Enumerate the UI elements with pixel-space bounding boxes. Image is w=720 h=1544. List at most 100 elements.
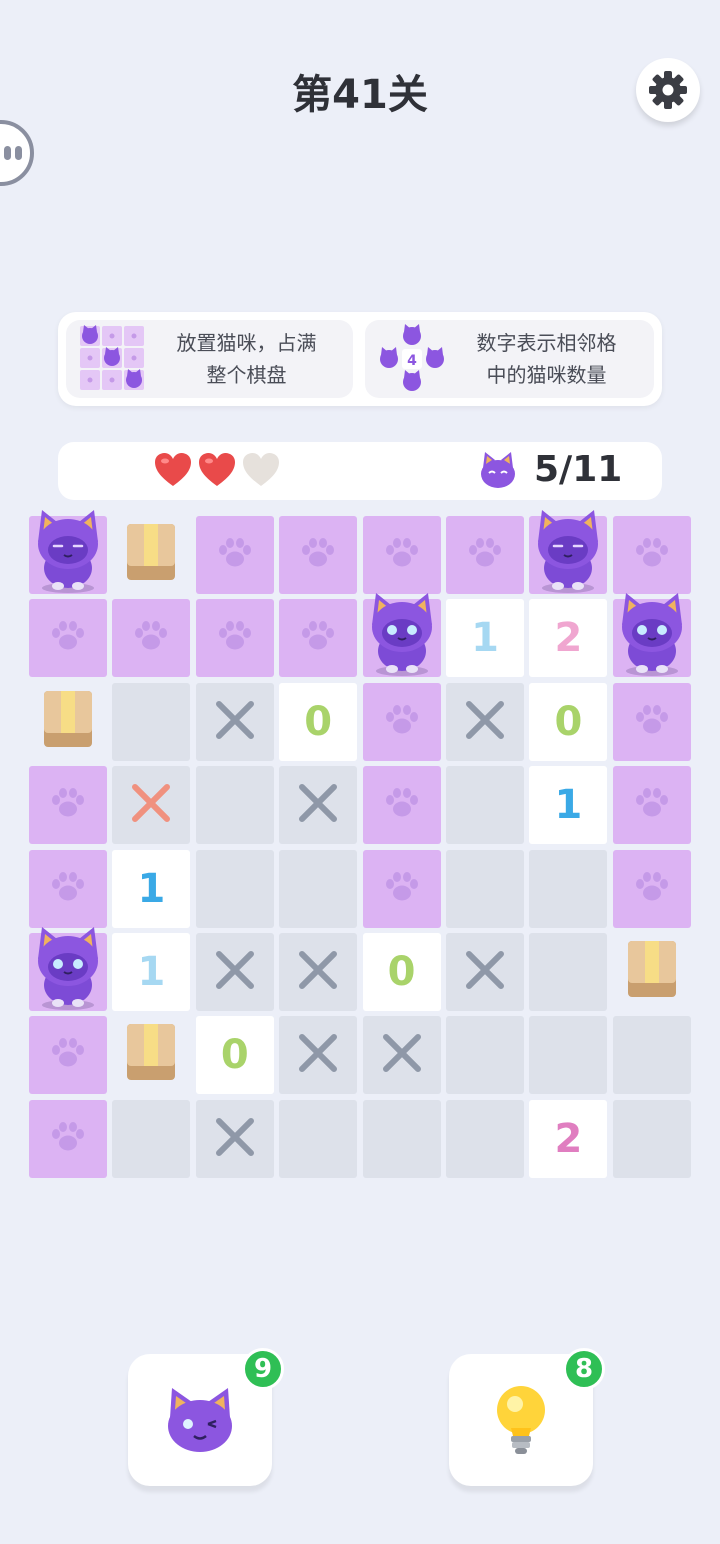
board-cell-empty[interactable] xyxy=(612,1099,691,1178)
cat-face-icon xyxy=(168,1388,232,1452)
x-mark-icon xyxy=(380,1031,424,1079)
board-cell-marked[interactable] xyxy=(195,933,274,1011)
rule-text-line2: 整个棋盘 xyxy=(206,363,287,387)
board-cell-empty[interactable] xyxy=(446,766,524,845)
board-cell-paw[interactable] xyxy=(362,849,441,928)
cat-icon xyxy=(481,451,515,488)
board-cell-paw[interactable] xyxy=(195,516,274,594)
board-cell-empty[interactable] xyxy=(279,1099,358,1178)
number-rule-icon: 4 xyxy=(377,324,447,394)
board-cell-paw[interactable] xyxy=(446,516,524,594)
x-mark-icon xyxy=(463,948,507,996)
board-cell-paw[interactable] xyxy=(362,766,441,845)
lightbulb-icon xyxy=(497,1386,545,1454)
board-cell-paw[interactable] xyxy=(112,599,191,678)
settings-button[interactable] xyxy=(636,58,700,122)
mini-board-icon xyxy=(78,324,148,394)
paw-icon xyxy=(217,620,253,656)
paw-icon xyxy=(133,620,169,656)
gear-icon xyxy=(649,71,687,109)
cat-icon xyxy=(28,506,108,594)
cat-icon xyxy=(28,923,108,1011)
board-cell-empty[interactable] xyxy=(529,933,608,1011)
board-cell-paw[interactable] xyxy=(279,599,358,678)
board-cell-empty[interactable] xyxy=(279,849,358,928)
board-cell-paw[interactable] xyxy=(362,516,441,594)
paw-icon xyxy=(634,537,670,573)
board-cell-number[interactable]: 0 xyxy=(195,1016,274,1095)
board-cell-number[interactable]: 0 xyxy=(279,682,358,761)
board-cell-number[interactable]: 1 xyxy=(112,933,191,1011)
board-cell-marked-error[interactable] xyxy=(112,766,191,845)
board-cell-marked[interactable] xyxy=(279,766,358,845)
board-cell-paw[interactable] xyxy=(279,516,358,594)
board-cell-paw[interactable] xyxy=(29,599,107,678)
board-cell-paw[interactable] xyxy=(362,682,441,761)
paw-icon xyxy=(50,1037,86,1073)
rule-card-number-meaning: 4 数字表示相邻格 中的猫咪数量 xyxy=(365,320,654,398)
lives xyxy=(154,452,280,492)
board-cell-paw[interactable] xyxy=(612,682,691,761)
board-cell-empty[interactable] xyxy=(362,1099,441,1178)
board-cell-empty[interactable] xyxy=(195,849,274,928)
board-cell-paw[interactable] xyxy=(29,766,107,845)
board-cell-empty[interactable] xyxy=(529,1016,608,1095)
board-cell-marked[interactable] xyxy=(279,933,358,1011)
paw-icon xyxy=(384,871,420,907)
cell-number: 1 xyxy=(554,782,583,829)
board-cell-empty[interactable] xyxy=(195,766,274,845)
board-cell-marked[interactable] xyxy=(446,933,524,1011)
board-cell-empty[interactable] xyxy=(446,1099,524,1178)
cell-number: 2 xyxy=(554,615,583,662)
paw-icon xyxy=(50,1121,86,1157)
board-cell-empty[interactable] xyxy=(612,1016,691,1095)
board-cell-paw[interactable] xyxy=(195,599,274,678)
board-cell-number[interactable]: 1 xyxy=(446,599,524,678)
rule-text-line2: 中的猫咪数量 xyxy=(486,363,607,387)
board-cell-paw[interactable] xyxy=(612,516,691,594)
board-cell-marked[interactable] xyxy=(362,1016,441,1095)
x-mark-icon xyxy=(463,698,507,746)
level-title: 第41关 xyxy=(292,72,428,118)
board-cell-number[interactable]: 0 xyxy=(362,933,441,1011)
board-cell-empty[interactable] xyxy=(529,849,608,928)
x-mark-icon xyxy=(213,948,257,996)
cell-number: 1 xyxy=(137,949,166,995)
cell-number: 1 xyxy=(471,615,499,662)
board-cell-number[interactable]: 2 xyxy=(529,599,608,678)
board-cell-paw[interactable] xyxy=(612,849,691,928)
board-cell-paw[interactable] xyxy=(29,1016,107,1095)
cat-icon xyxy=(362,589,442,677)
board-cell-number[interactable]: 0 xyxy=(529,682,608,761)
rule-icon-number: 4 xyxy=(407,353,417,369)
board-cell-paw[interactable] xyxy=(29,1099,107,1178)
paw-icon xyxy=(384,704,420,740)
board-cell-empty[interactable] xyxy=(112,1099,191,1178)
side-floating-button[interactable] xyxy=(0,120,34,186)
cell-number: 0 xyxy=(220,1032,249,1079)
board-cell-marked[interactable] xyxy=(195,1099,274,1178)
board-cell-number[interactable]: 1 xyxy=(112,849,191,928)
paw-icon xyxy=(467,537,503,573)
rule-text-line1: 放置猫咪，占满 xyxy=(176,331,317,355)
box-icon xyxy=(42,687,94,751)
board-cell-number[interactable]: 1 xyxy=(529,766,608,845)
x-mark-icon xyxy=(296,781,340,829)
rule-text-line1: 数字表示相邻格 xyxy=(476,331,617,355)
board-cell-empty[interactable] xyxy=(446,1016,524,1095)
paw-icon xyxy=(300,537,336,573)
heart-empty-icon xyxy=(242,452,280,492)
hint-button[interactable]: 8 xyxy=(449,1348,605,1486)
board-cell-paw[interactable] xyxy=(612,766,691,845)
board-cell-marked[interactable] xyxy=(195,682,274,761)
game-board: 1 2 0 0 1 1 1 0 0 2 xyxy=(28,510,691,1178)
board-cell-marked[interactable] xyxy=(446,682,524,761)
board-cell-paw[interactable] xyxy=(29,849,107,928)
cat-count-text: 5/11 xyxy=(534,449,623,490)
board-cell-empty[interactable] xyxy=(112,682,191,761)
board-cell-marked[interactable] xyxy=(279,1016,358,1095)
x-mark-icon xyxy=(296,1031,340,1079)
board-cell-number[interactable]: 2 xyxy=(529,1099,608,1178)
place-cat-button[interactable]: 9 xyxy=(128,1348,284,1486)
board-cell-empty[interactable] xyxy=(446,849,524,928)
